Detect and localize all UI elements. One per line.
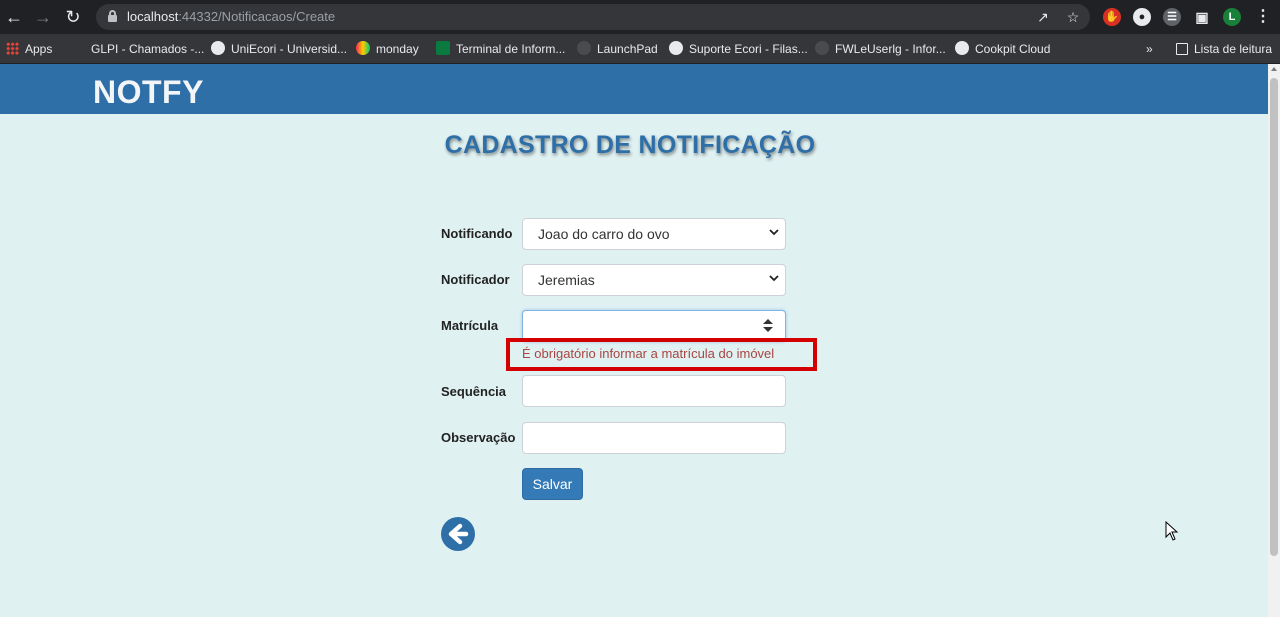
brand-logo[interactable]: NOTFY (93, 74, 204, 111)
url-text: localhost:44332/Notificacaos/Create (127, 9, 336, 24)
apps-grid-icon (6, 42, 19, 55)
globe-icon (211, 41, 225, 55)
bookmark-fwleuserlg[interactable]: FWLeUserlg - Infor... (815, 40, 946, 58)
more-bookmarks-button[interactable]: » (1146, 40, 1153, 58)
back-arrow-icon[interactable]: ← (3, 6, 25, 28)
notificador-select[interactable]: Jeremias (522, 264, 786, 296)
monday-icon (356, 41, 370, 55)
notificando-value: Joao do carro do ovo (538, 226, 670, 242)
notificando-select[interactable]: Joao do carro do ovo (522, 218, 786, 250)
share-icon[interactable]: ↗ (1034, 8, 1052, 26)
globe-icon (815, 41, 829, 55)
menu-kebab-icon[interactable]: ⋮ (1254, 8, 1272, 26)
sequencia-label: Sequência (441, 384, 507, 399)
bookmark-star-icon[interactable]: ☆ (1064, 8, 1082, 26)
back-button[interactable] (441, 517, 475, 551)
bookmark-terminal[interactable]: Terminal de Inform... (436, 40, 565, 58)
globe-icon (955, 41, 969, 55)
forward-arrow-icon[interactable]: → (32, 6, 54, 28)
bookmark-suporte[interactable]: Suporte Ecori - Filas... (669, 40, 808, 58)
save-button[interactable]: Salvar (522, 468, 583, 500)
chevron-down-icon (769, 275, 779, 282)
notificador-label: Notificador (441, 272, 510, 287)
observacao-input[interactable] (522, 422, 786, 454)
terminal-icon (436, 41, 450, 55)
bookmarks-bar: Apps GLPI - Chamados -... UniEcori - Uni… (0, 34, 1280, 64)
lock-icon (108, 10, 117, 23)
profile-avatar[interactable]: L (1223, 8, 1241, 26)
app-navbar: NOTFY (0, 64, 1268, 114)
reload-icon[interactable]: ↻ (62, 6, 84, 28)
scroll-up-arrow-icon[interactable] (1271, 67, 1277, 71)
matricula-label: Matrícula (441, 318, 499, 333)
extension-search-icon[interactable]: ● (1133, 8, 1151, 26)
arrow-left-circle-icon (448, 523, 469, 545)
bookmark-uniecori[interactable]: UniEcori - Universid... (211, 40, 347, 58)
bookmark-glpi[interactable]: GLPI - Chamados -... (91, 40, 204, 58)
bookmark-launchpad[interactable]: LaunchPad (577, 40, 658, 58)
matricula-error-message: É obrigatório informar a matrícula do im… (522, 346, 775, 361)
page-title: CADASTRO DE NOTIFICAÇÃO (444, 131, 816, 159)
scrollbar-thumb[interactable] (1270, 78, 1278, 556)
notificando-label: Notificando (441, 226, 513, 241)
number-spinner-icon[interactable] (763, 319, 773, 333)
mouse-cursor-icon (1165, 521, 1179, 541)
puzzle-extensions-icon[interactable]: ▣ (1193, 8, 1211, 26)
globe-icon (577, 41, 591, 55)
address-bar[interactable]: localhost:44332/Notificacaos/Create ↗ ☆ (96, 4, 1090, 30)
observacao-label: Observação (441, 430, 516, 445)
notificador-value: Jeremias (538, 272, 595, 288)
reading-list-icon (1176, 43, 1188, 55)
chevron-down-icon (769, 229, 779, 236)
reading-list-button[interactable]: Lista de leitura (1176, 40, 1272, 58)
extension-hand-icon[interactable]: ✋ (1103, 8, 1121, 26)
extension-translate-icon[interactable]: ☰ (1163, 8, 1181, 26)
scrollbar[interactable] (1268, 64, 1280, 617)
validation-error-highlight: É obrigatório informar a matrícula do im… (506, 338, 817, 371)
browser-toolbar: ← → ↻ localhost:44332/Notificacaos/Creat… (0, 0, 1280, 34)
bookmark-monday[interactable]: monday (356, 40, 419, 58)
bookmark-cookpit[interactable]: Cookpit Cloud (955, 40, 1050, 58)
sequencia-input[interactable] (522, 375, 786, 407)
globe-icon (669, 41, 683, 55)
bookmark-apps[interactable]: Apps (6, 40, 52, 58)
